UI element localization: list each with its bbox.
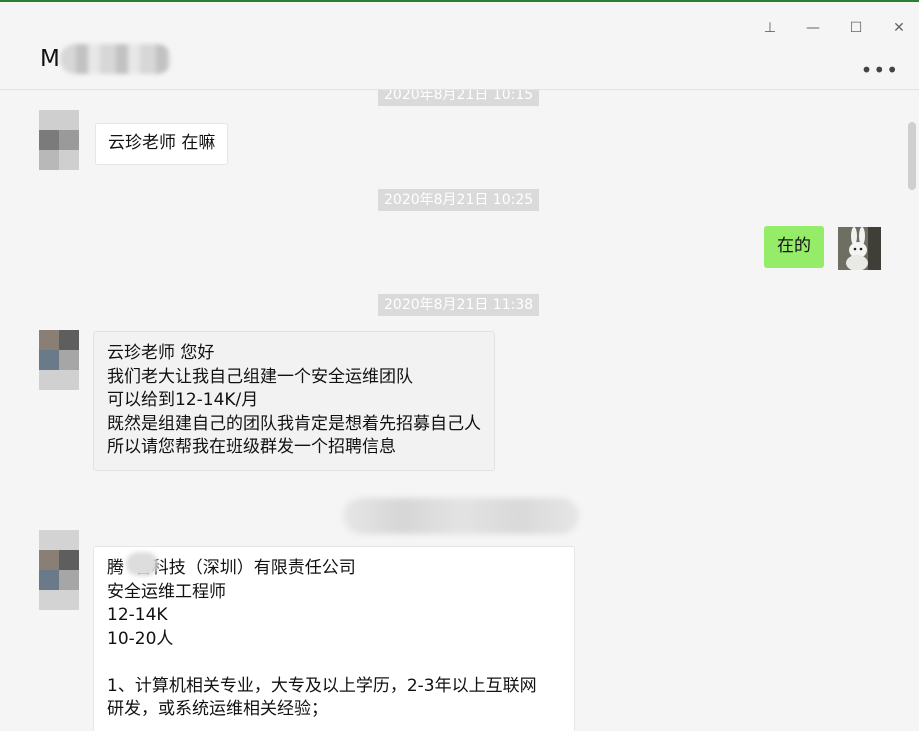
message-line: 12-14K <box>107 605 168 625</box>
maximize-button[interactable]: ☐ <box>844 16 868 40</box>
message-line: 既然是组建自己的团队我肯定是想着先招募自己人 <box>107 413 481 434</box>
message-line: 所以请您帮我在班级群发一个招聘信息 <box>107 437 396 457</box>
minimize-button[interactable]: — <box>801 16 825 40</box>
message-line: 研发，或系统运维相关经验； <box>107 699 328 719</box>
message-list[interactable]: 2020年8月21日 10:15 云珍老师 在嘛 2020年8月21日 10:2… <box>0 90 919 731</box>
message-timestamp: 2020年8月21日 10:25 <box>378 189 540 211</box>
message-line: 我们老大让我自己组建一个安全运维团队 <box>107 366 413 387</box>
avatar[interactable] <box>39 330 79 390</box>
message-line: 10-20人 <box>107 628 174 649</box>
message-bubble[interactable]: 云珍老师 您好 我们老大让我自己组建一个安全运维团队 可以给到12-14K/月 … <box>93 331 495 471</box>
redacted-word <box>126 552 158 576</box>
message-timestamp: 2020年8月21日 11:38 <box>378 294 540 316</box>
close-button[interactable]: ✕ <box>887 16 911 40</box>
message-line: 安全运维工程师 <box>107 581 226 602</box>
rabbit-avatar-icon <box>838 227 881 270</box>
message-line <box>107 651 561 675</box>
scrollbar-thumb[interactable] <box>908 122 916 190</box>
message-bubble[interactable]: 腾 智科技（深圳）有限责任公司 安全运维工程师 12-14K 10-20人 1、… <box>93 546 575 731</box>
contact-name: M <box>40 46 60 72</box>
message-line: 在的 <box>777 236 811 256</box>
message-line: 可以给到12-14K/月 <box>107 390 259 410</box>
message-timestamp: 2020年8月21日 10:15 <box>378 90 540 106</box>
message-line: 云珍老师 在嘛 <box>108 133 216 153</box>
redacted-timestamp <box>343 498 579 534</box>
chat-header: ⊥ — ☐ ✕ M ••• <box>0 2 919 90</box>
avatar[interactable] <box>39 110 79 170</box>
more-options-icon[interactable]: ••• <box>861 58 899 82</box>
message-bubble[interactable]: 在的 <box>764 226 824 268</box>
message-bubble[interactable]: 云珍老师 在嘛 <box>95 123 229 165</box>
avatar[interactable] <box>39 530 79 610</box>
message-line: 1、计算机相关专业，大专及以上学历，2-3年以上互联网 <box>107 675 537 696</box>
message-line: 云珍老师 您好 <box>107 343 215 363</box>
pin-icon[interactable]: ⊥ <box>758 16 782 40</box>
avatar[interactable] <box>838 227 881 270</box>
message-line: 腾 智科技（深圳）有限责任公司 <box>107 558 356 578</box>
redacted-name <box>60 44 172 74</box>
